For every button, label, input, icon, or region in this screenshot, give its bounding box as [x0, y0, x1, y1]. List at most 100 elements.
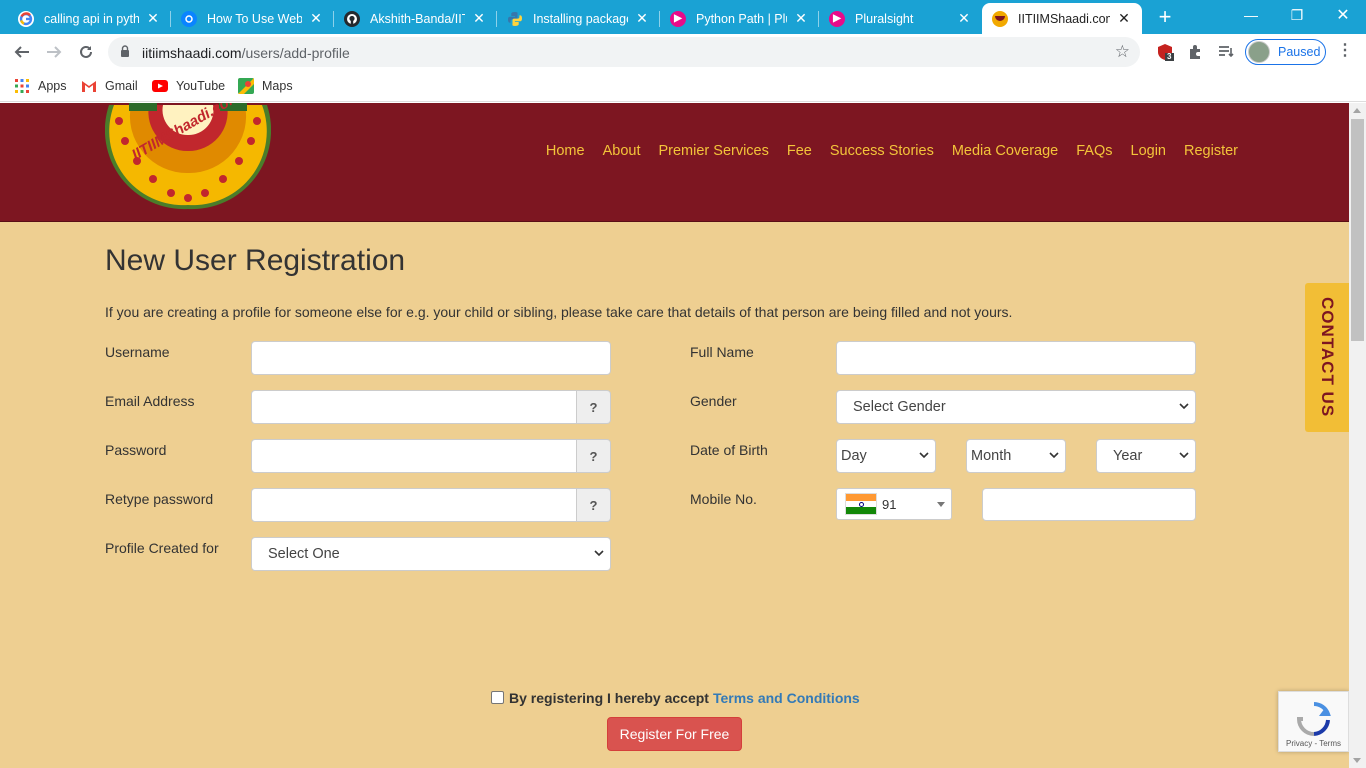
terms-row: By registering I hereby accept Terms and…: [491, 690, 860, 706]
bookmark-label: Gmail: [105, 79, 138, 93]
browser-tab-active[interactable]: IITIIMShaadi.com ✕: [982, 3, 1142, 34]
password-help-button[interactable]: ?: [577, 439, 611, 473]
chevron-down-icon: [594, 550, 604, 557]
mobile-label: Mobile No.: [690, 491, 757, 507]
bookmark-apps[interactable]: Apps: [14, 76, 67, 96]
lock-icon: [121, 45, 129, 57]
profile-chip[interactable]: Paused: [1245, 39, 1326, 65]
mobile-input[interactable]: [982, 488, 1196, 521]
bookmark-star-icon[interactable]: ☆: [1115, 42, 1130, 62]
recaptcha-badge[interactable]: Privacy - Terms: [1278, 691, 1349, 752]
username-input[interactable]: [251, 341, 611, 375]
scroll-down-icon[interactable]: [1353, 758, 1361, 763]
nav-login[interactable]: Login: [1131, 143, 1166, 159]
tab-title: Python Path | Plura: [696, 11, 787, 26]
chevron-down-icon: [1179, 452, 1189, 459]
maps-icon: [238, 78, 254, 94]
close-icon[interactable]: ✕: [793, 10, 809, 27]
close-icon[interactable]: ✕: [308, 10, 324, 27]
email-label: Email Address: [105, 393, 195, 409]
bookmarks-bar: Apps Gmail YouTube Maps: [0, 70, 1366, 102]
tab-title: Installing packages: [533, 11, 628, 26]
browser-tab[interactable]: Installing packages ✕: [497, 3, 660, 34]
nav-media-coverage[interactable]: Media Coverage: [952, 143, 1058, 159]
fullname-input[interactable]: [836, 341, 1196, 375]
browser-tab[interactable]: ▶ Python Path | Plura ✕: [660, 3, 819, 34]
nav-about[interactable]: About: [603, 143, 641, 159]
email-field: ?: [251, 390, 611, 424]
youtube-icon: [152, 78, 168, 94]
register-button[interactable]: Register For Free: [607, 717, 742, 751]
dob-month-value: Month: [971, 448, 1012, 464]
nav-success-stories[interactable]: Success Stories: [830, 143, 934, 159]
profile-status: Paused: [1278, 45, 1321, 59]
nav-faqs[interactable]: FAQs: [1076, 143, 1112, 159]
retype-password-help-button[interactable]: ?: [577, 488, 611, 522]
email-input[interactable]: [251, 390, 577, 424]
site-logo[interactable]: IITIIMShaadi.com: [104, 103, 272, 213]
contact-us-tab[interactable]: CONTACT US: [1305, 283, 1349, 432]
browser-menu-icon[interactable]: ⋮: [1336, 42, 1354, 62]
terms-checkbox[interactable]: [491, 690, 504, 704]
new-tab-button[interactable]: +: [1152, 5, 1178, 31]
close-icon[interactable]: ✕: [145, 10, 161, 27]
gmail-icon: [81, 78, 97, 94]
bookmark-maps[interactable]: Maps: [238, 76, 293, 96]
nav-register[interactable]: Register: [1184, 143, 1238, 159]
nav-premier-services[interactable]: Premier Services: [658, 143, 768, 159]
reading-list-icon[interactable]: [1216, 42, 1236, 62]
dob-label: Date of Birth: [690, 442, 768, 458]
country-code-select[interactable]: 91: [836, 488, 952, 520]
page-viewport: IITIIMShaadi.com Home About Premier Serv…: [0, 103, 1349, 768]
browser-tab[interactable]: How To Use Web A ✕: [171, 3, 334, 34]
bookmark-youtube[interactable]: YouTube: [152, 76, 225, 96]
close-icon[interactable]: ✕: [956, 10, 972, 27]
pluralsight-icon: ▶: [670, 10, 686, 27]
gender-select[interactable]: Select Gender: [836, 390, 1196, 424]
contact-us-label: CONTACT US: [1318, 297, 1337, 418]
terms-link[interactable]: Terms and Conditions: [713, 690, 860, 706]
minimize-icon[interactable]: —: [1228, 0, 1274, 30]
extension-badge-icon[interactable]: 3: [1155, 42, 1175, 62]
bookmark-gmail[interactable]: Gmail: [81, 76, 138, 96]
retype-password-input[interactable]: [251, 488, 577, 522]
india-flag-icon: [845, 493, 877, 515]
reload-icon[interactable]: [74, 40, 98, 64]
close-icon[interactable]: ✕: [1116, 10, 1132, 27]
browser-tab[interactable]: Akshith-Banda/IITI ✕: [334, 3, 497, 34]
avatar: [1248, 41, 1270, 63]
restore-icon[interactable]: ❐: [1274, 0, 1320, 30]
page-scrollbar[interactable]: [1349, 103, 1366, 768]
dob-month-select[interactable]: Month: [966, 439, 1066, 473]
forward-icon[interactable]: [42, 40, 66, 64]
dob-day-select[interactable]: Day: [836, 439, 936, 473]
email-help-button[interactable]: ?: [577, 390, 611, 424]
page-title: New User Registration: [105, 244, 406, 277]
scroll-up-icon[interactable]: [1353, 108, 1361, 113]
recaptcha-links[interactable]: Privacy - Terms: [1279, 739, 1348, 748]
url-text: iitiimshaadi.com/users/add-profile: [142, 45, 350, 61]
browser-tab[interactable]: calling api in pytho ✕: [8, 3, 171, 34]
close-icon[interactable]: ✕: [471, 10, 487, 27]
back-icon[interactable]: [10, 40, 34, 64]
scrollbar-thumb[interactable]: [1351, 119, 1364, 341]
nav-fee[interactable]: Fee: [787, 143, 812, 159]
gender-label: Gender: [690, 393, 737, 409]
window-close-icon[interactable]: ✕: [1320, 0, 1366, 30]
terms-text: By registering I hereby accept: [509, 690, 709, 706]
web-icon: [181, 10, 197, 27]
close-icon[interactable]: ✕: [634, 10, 650, 27]
tab-title: Pluralsight: [855, 11, 914, 26]
dob-year-select[interactable]: Year: [1096, 439, 1196, 473]
retype-password-label: Retype password: [105, 491, 214, 507]
browser-toolbar: iitiimshaadi.com/users/add-profile ☆ 3 P…: [0, 34, 1366, 70]
address-bar[interactable]: iitiimshaadi.com/users/add-profile ☆: [108, 37, 1140, 67]
python-icon: [507, 11, 523, 27]
tab-title: IITIIMShaadi.com: [1018, 11, 1110, 26]
puzzle-extensions-icon[interactable]: [1185, 42, 1205, 62]
profile-for-select[interactable]: Select One: [251, 537, 611, 571]
extension-badge-count: 3: [1167, 52, 1172, 61]
nav-home[interactable]: Home: [546, 143, 585, 159]
browser-tab[interactable]: ▶ Pluralsight ✕: [819, 3, 982, 34]
password-input[interactable]: [251, 439, 577, 473]
